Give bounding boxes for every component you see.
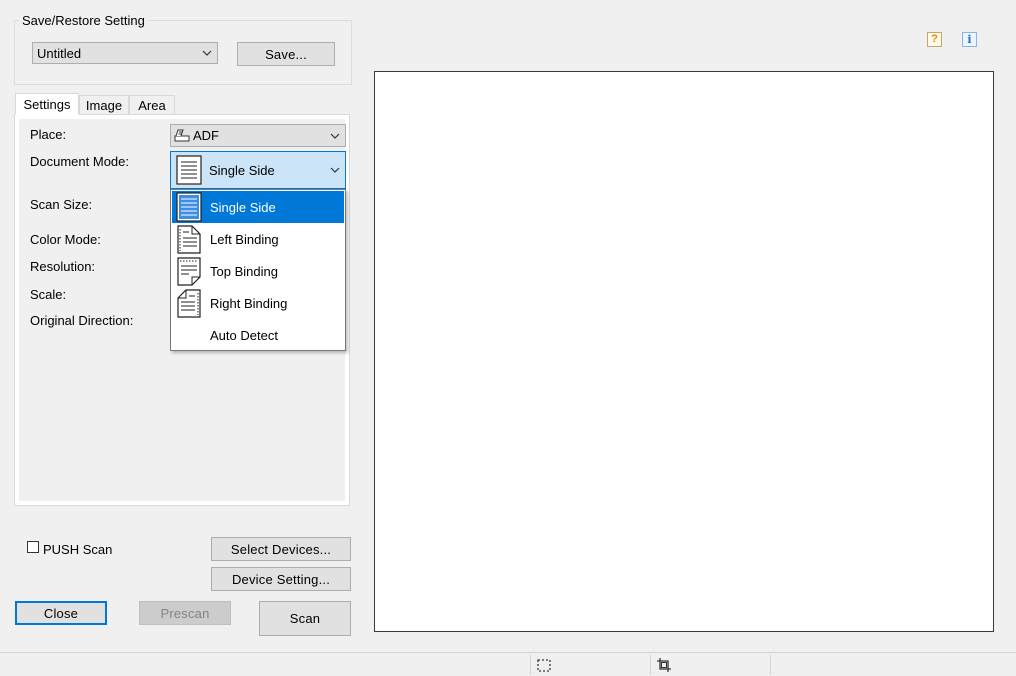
dropdown-option-label: Top Binding xyxy=(210,263,278,279)
document-mode-dropdown: Single Side Left Binding Top Binding Rig… xyxy=(170,189,346,351)
chevron-down-icon xyxy=(325,133,345,139)
info-glyph: i xyxy=(967,33,972,46)
close-button[interactable]: Close xyxy=(15,601,107,625)
scale-label: Scale: xyxy=(30,287,67,302)
selection-area-icon xyxy=(536,658,552,676)
save-button[interactable]: Save... xyxy=(237,42,335,66)
adf-icon xyxy=(173,129,191,142)
document-mode-combobox[interactable]: Single Side xyxy=(170,151,346,189)
scan-button[interactable]: Scan xyxy=(259,601,351,636)
status-divider xyxy=(770,655,771,675)
place-value: ADF xyxy=(193,128,219,143)
push-scan-label: PUSH Scan xyxy=(43,542,113,557)
dropdown-option-label: Auto Detect xyxy=(210,327,278,343)
dropdown-option-top-binding[interactable]: Top Binding xyxy=(172,255,344,287)
top-binding-icon xyxy=(172,255,206,287)
chevron-down-icon xyxy=(325,167,345,173)
single-side-icon xyxy=(172,191,206,223)
prescan-button[interactable]: Prescan xyxy=(139,601,231,625)
document-mode-label: Document Mode: xyxy=(30,154,129,169)
push-scan-checkbox[interactable] xyxy=(27,541,39,553)
left-binding-icon xyxy=(172,223,206,255)
dropdown-option-label: Right Binding xyxy=(210,295,288,311)
help-icon[interactable]: ? xyxy=(927,32,942,47)
crop-size-icon xyxy=(656,657,672,676)
single-side-icon xyxy=(173,153,205,187)
device-setting-button[interactable]: Device Setting... xyxy=(211,567,351,591)
select-devices-button[interactable]: Select Devices... xyxy=(211,537,351,561)
status-divider xyxy=(530,655,531,675)
save-restore-title: Save/Restore Setting xyxy=(19,13,148,29)
info-icon[interactable]: i xyxy=(962,32,977,47)
tab-settings[interactable]: Settings xyxy=(15,93,79,115)
dropdown-option-auto-detect[interactable]: Auto Detect xyxy=(172,319,344,351)
resolution-label: Resolution: xyxy=(30,259,96,274)
place-label: Place: xyxy=(30,127,67,142)
scan-size-label: Scan Size: xyxy=(30,197,93,212)
status-divider xyxy=(650,655,651,675)
status-bar xyxy=(0,652,1016,676)
tab-image[interactable]: Image xyxy=(79,95,129,114)
color-mode-label: Color Mode: xyxy=(30,232,101,247)
right-binding-icon xyxy=(172,287,206,319)
preview-area[interactable] xyxy=(374,71,994,632)
preset-combobox[interactable]: Untitled xyxy=(32,42,218,64)
dropdown-option-label: Left Binding xyxy=(210,231,279,247)
preset-value: Untitled xyxy=(37,45,82,61)
chevron-down-icon xyxy=(197,50,217,56)
dropdown-option-single-side[interactable]: Single Side xyxy=(172,191,344,223)
dropdown-option-label: Single Side xyxy=(210,199,276,215)
original-direction-label: Original Direction: xyxy=(30,313,134,328)
dropdown-option-right-binding[interactable]: Right Binding xyxy=(172,287,344,319)
help-glyph: ? xyxy=(931,33,938,45)
dropdown-option-left-binding[interactable]: Left Binding xyxy=(172,223,344,255)
place-combobox[interactable]: ADF xyxy=(170,124,346,147)
tab-area[interactable]: Area xyxy=(129,95,175,114)
document-mode-value: Single Side xyxy=(209,162,275,178)
